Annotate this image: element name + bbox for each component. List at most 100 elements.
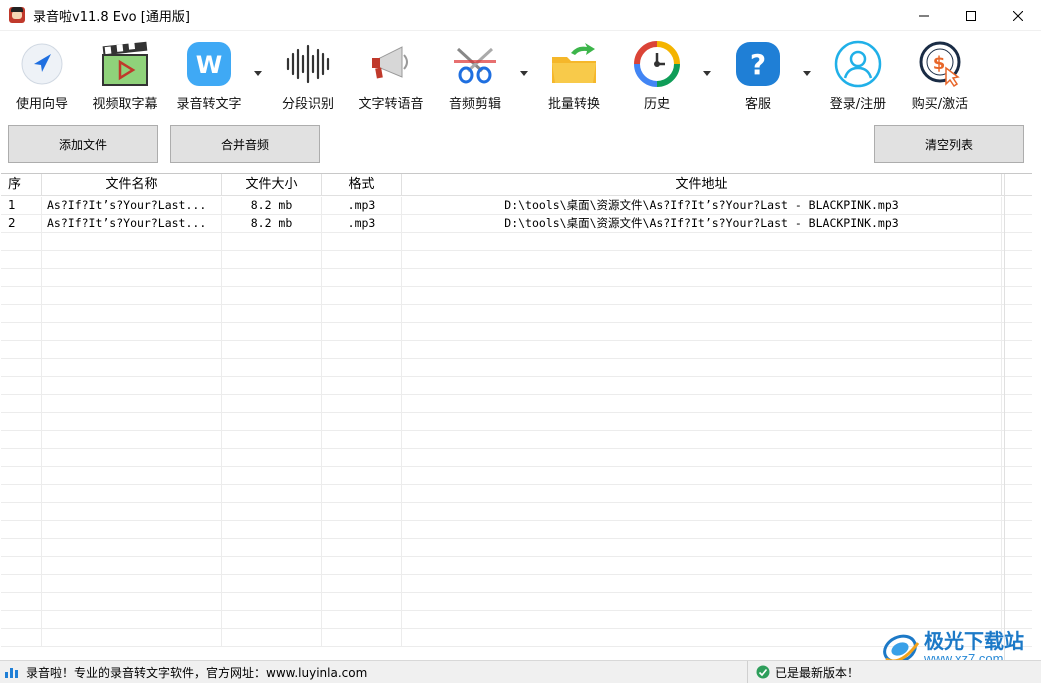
table-cell [322, 287, 402, 304]
toolbar-segment-recognition-label: 分段识别 [281, 97, 334, 112]
toolbar-batch-convert-button[interactable]: 批量转换 [543, 31, 605, 119]
table-cell [222, 575, 322, 592]
column-header-index[interactable]: 序 [1, 174, 42, 196]
table-cell [402, 269, 1002, 286]
toolbar-text-to-speech-button[interactable]: 文字转语音 [353, 31, 429, 119]
table-cell [42, 521, 222, 538]
toolbar-history-label: 历史 [643, 97, 670, 112]
column-header-filepath[interactable]: 文件地址 [402, 174, 1002, 196]
table-row[interactable] [1, 359, 1032, 377]
table-row[interactable] [1, 413, 1032, 431]
table-row[interactable] [1, 557, 1032, 575]
table-row[interactable] [1, 323, 1032, 341]
toolbar-history-button[interactable]: 历史 [631, 31, 683, 119]
toolbar-buy-activate-button[interactable]: $ 购买/激活 [905, 31, 975, 119]
w-logo-icon: W [184, 39, 234, 89]
megaphone-icon [366, 39, 416, 89]
toolbar-support-button[interactable]: ? 客服 [733, 31, 783, 119]
svg-text:$: $ [933, 53, 946, 74]
toolbar-guide-label: 使用向导 [15, 97, 68, 112]
table-cell [322, 575, 402, 592]
table-row[interactable] [1, 629, 1032, 647]
minimize-button[interactable] [900, 0, 947, 31]
table-row[interactable] [1, 395, 1032, 413]
clear-list-button[interactable]: 清空列表 [874, 125, 1024, 163]
table-cell [1, 485, 42, 502]
question-icon: ? [733, 39, 783, 89]
toolbar-guide-button[interactable]: 使用向导 [12, 31, 72, 119]
table-row[interactable]: 2 As?If?It’s?Your?Last... 8.2 mb .mp3 D:\too… [1, 215, 1032, 233]
table-cell [222, 449, 322, 466]
table-row[interactable]: 1 As?If?It’s?Your?Last... 8.2 mb .mp3 D:\too… [1, 197, 1032, 215]
column-header-filesize[interactable]: 文件大小 [222, 174, 322, 196]
table-row[interactable] [1, 449, 1032, 467]
table-cell [42, 323, 222, 340]
table-cell [42, 449, 222, 466]
table-cell [42, 233, 222, 250]
table-row[interactable] [1, 269, 1032, 287]
table-row[interactable] [1, 341, 1032, 359]
table-cell [42, 305, 222, 322]
table-row[interactable] [1, 593, 1032, 611]
toolbar-audio-edit-button[interactable]: 音频剪辑 [443, 31, 507, 119]
table-cell [322, 611, 402, 628]
table-cell [42, 377, 222, 394]
table-row[interactable] [1, 233, 1032, 251]
toolbar-audio-to-text-button[interactable]: W 录音转文字 [172, 31, 246, 119]
toolbar-segment-recognition-button[interactable]: 分段识别 [277, 31, 339, 119]
table-cell [1, 269, 42, 286]
table-header: 序 文件名称 文件大小 格式 文件地址 [1, 174, 1032, 196]
table-cell [222, 341, 322, 358]
table-row[interactable] [1, 521, 1032, 539]
table-cell [402, 503, 1002, 520]
table-cell [1, 341, 42, 358]
toolbar-login-register-button[interactable]: 登录/注册 [823, 31, 893, 119]
table-row[interactable] [1, 377, 1032, 395]
audio-edit-dropdown-arrow-icon[interactable] [520, 71, 528, 77]
audio-to-text-dropdown-arrow-icon[interactable] [254, 71, 262, 77]
table-cell [42, 341, 222, 358]
support-dropdown-arrow-icon[interactable] [803, 71, 811, 77]
table-row[interactable] [1, 485, 1032, 503]
table-cell [1, 467, 42, 484]
table-row[interactable] [1, 503, 1032, 521]
table-cell [222, 305, 322, 322]
table-cell: 2 [1, 215, 42, 232]
table-row[interactable] [1, 539, 1032, 557]
table-row[interactable] [1, 287, 1032, 305]
table-cell [222, 359, 322, 376]
close-button[interactable] [994, 0, 1041, 31]
table-cell [1, 629, 42, 646]
table-row[interactable] [1, 575, 1032, 593]
table-cell [322, 431, 402, 448]
table-cell [322, 251, 402, 268]
table-row[interactable] [1, 251, 1032, 269]
column-header-format[interactable]: 格式 [322, 174, 402, 196]
toolbar-text-to-speech-label: 文字转语音 [358, 97, 424, 112]
file-list-table[interactable]: 序 文件名称 文件大小 格式 文件地址 1 As?If?It’s?Your?Las… [1, 173, 1032, 660]
table-cell: D:\tools\桌面\资源文件\As?If?It’s?Your?Last - … [402, 197, 1002, 214]
toolbar-support-label: 客服 [744, 97, 771, 112]
table-cell [222, 233, 322, 250]
table-cell [42, 287, 222, 304]
history-dropdown-arrow-icon[interactable] [703, 71, 711, 77]
table-row[interactable] [1, 467, 1032, 485]
table-cell [1, 287, 42, 304]
table-cell [222, 467, 322, 484]
table-cell: 1 [1, 197, 42, 214]
window-controls [900, 0, 1041, 31]
table-cell [1, 359, 42, 376]
column-header-filename[interactable]: 文件名称 [42, 174, 222, 196]
merge-audio-button[interactable]: 合并音频 [170, 125, 320, 163]
table-cell [322, 359, 402, 376]
table-cell: .mp3 [322, 197, 402, 214]
table-cell [322, 521, 402, 538]
toolbar-video-subtitle-button[interactable]: 视频取字幕 [88, 31, 162, 119]
table-row[interactable] [1, 611, 1032, 629]
table-row[interactable] [1, 431, 1032, 449]
table-cell [322, 449, 402, 466]
table-row[interactable] [1, 305, 1032, 323]
add-file-button[interactable]: 添加文件 [8, 125, 158, 163]
table-cell: .mp3 [322, 215, 402, 232]
maximize-button[interactable] [947, 0, 994, 31]
